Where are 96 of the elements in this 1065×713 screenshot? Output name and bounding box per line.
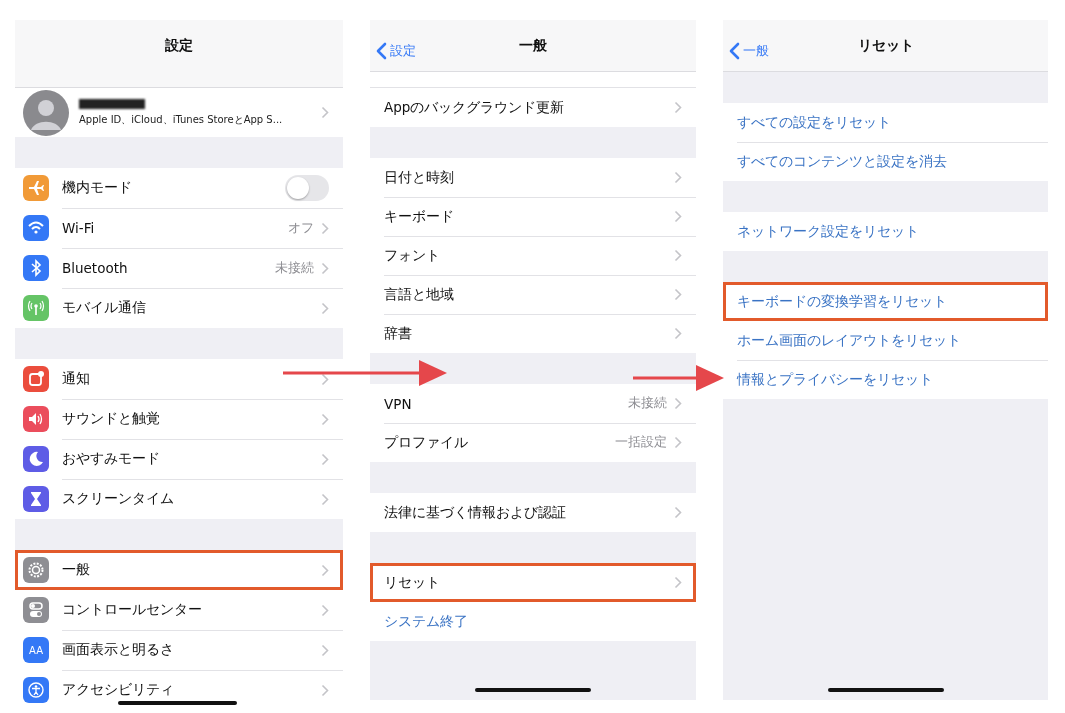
row-label: 情報とプライバシーをリセット — [737, 370, 933, 389]
settings-row[interactable]: AA 画面表示と明るさ — [15, 630, 343, 670]
redacted-name — [79, 98, 145, 109]
chevron-icon — [321, 452, 329, 466]
settings-row[interactable]: ホーム画面のレイアウトをリセット — [723, 321, 1048, 360]
chevron-icon — [321, 261, 329, 275]
row-label: アクセシビリティ — [62, 681, 174, 699]
settings-row[interactable]: スクリーンタイム — [15, 479, 343, 519]
settings-row[interactable]: サウンドと触覚 — [15, 399, 343, 439]
row-label: キーボード — [384, 207, 454, 226]
settings-row[interactable]: アクセシビリティ — [15, 670, 343, 705]
settings-row[interactable]: キーボードの変換学習をリセット — [723, 282, 1048, 321]
row-label: サウンドと触覚 — [62, 410, 160, 428]
row-label: 法律に基づく情報および認証 — [384, 503, 566, 522]
row-label: フォント — [384, 246, 440, 265]
setting-icon: AA — [23, 637, 49, 663]
settings-row[interactable]: コントロールセンター — [15, 590, 343, 630]
settings-row[interactable]: ネットワーク設定をリセット — [723, 212, 1048, 251]
toggle-switch[interactable] — [285, 175, 329, 201]
row-label: 辞書 — [384, 324, 412, 343]
avatar-icon — [23, 89, 69, 136]
settings-row[interactable]: モバイル通信 — [15, 288, 343, 328]
chevron-icon — [321, 603, 329, 617]
chevron-icon — [674, 210, 682, 223]
row-value: オフ — [288, 219, 314, 237]
row-label: プロファイル — [384, 433, 468, 452]
chevron-icon — [674, 327, 682, 340]
screen-title: 設定 — [165, 37, 193, 55]
row-value: 一括設定 — [615, 434, 667, 451]
chevron-icon — [321, 301, 329, 315]
settings-row[interactable]: VPN 未接続 — [370, 384, 696, 423]
back-button[interactable]: 一般 — [729, 42, 769, 60]
settings-row[interactable]: 一般 — [15, 550, 343, 590]
settings-row[interactable]: 辞書 — [370, 314, 696, 353]
row-value: 未接続 — [275, 259, 314, 277]
chevron-icon — [321, 563, 329, 577]
settings-row[interactable]: おやすみモード — [15, 439, 343, 479]
settings-row[interactable]: Wi-Fi オフ — [15, 208, 343, 248]
settings-row[interactable]: Bluetooth 未接続 — [15, 248, 343, 288]
settings-row[interactable]: プロファイル 一括設定 — [370, 423, 696, 462]
chevron-icon — [674, 506, 682, 519]
settings-row[interactable]: キーボード — [370, 197, 696, 236]
row-label: Appのバックグラウンド更新 — [384, 98, 565, 117]
chevron-icon — [321, 221, 329, 235]
chevron-icon — [674, 397, 682, 410]
row-label: ホーム画面のレイアウトをリセット — [737, 331, 961, 350]
chevron-icon — [674, 436, 682, 449]
row-label: 一般 — [62, 561, 90, 579]
screen-title: 一般 — [519, 36, 547, 55]
chevron-icon — [321, 492, 329, 506]
settings-row[interactable]: すべてのコンテンツと設定を消去 — [723, 142, 1048, 181]
back-button[interactable]: 設定 — [376, 42, 416, 60]
settings-row[interactable]: 情報とプライバシーをリセット — [723, 360, 1048, 399]
settings-row[interactable]: 言語と地域 — [370, 275, 696, 314]
row-label: システム終了 — [384, 612, 468, 631]
settings-row[interactable]: フォント — [370, 236, 696, 275]
row-label: Bluetooth — [62, 260, 128, 276]
chevron-icon — [674, 171, 682, 184]
settings-row[interactable]: すべての設定をリセット — [723, 103, 1048, 142]
row-label: キーボードの変換学習をリセット — [737, 292, 947, 311]
row-label: Wi-Fi — [62, 220, 95, 236]
chevron-icon — [321, 683, 329, 697]
settings-row[interactable]: Appのバックグラウンド更新 — [370, 88, 696, 127]
chevron-icon — [674, 249, 682, 262]
chevron-icon — [321, 372, 329, 386]
settings-row[interactable]: 法律に基づく情報および認証 — [370, 493, 696, 532]
chevron-icon — [321, 106, 329, 119]
row-label: 通知 — [62, 370, 90, 388]
settings-row[interactable]: システム終了 — [370, 602, 696, 641]
row-label: コントロールセンター — [62, 601, 202, 619]
row-label: 機内モード — [62, 179, 132, 197]
row-value: 未接続 — [628, 395, 667, 412]
back-chevron-icon — [376, 42, 387, 60]
settings-row[interactable]: 日付と時刻 — [370, 158, 696, 197]
screen-title: リセット — [857, 36, 914, 55]
row-label: おやすみモード — [62, 450, 160, 468]
chevron-icon — [674, 288, 682, 301]
settings-row[interactable]: リセット — [370, 563, 696, 602]
row-label: 言語と地域 — [384, 285, 454, 304]
back-chevron-icon — [729, 42, 740, 60]
profile-subtitle: Apple ID、iCloud、iTunes StoreとApp S... — [79, 112, 284, 127]
row-label: スクリーンタイム — [62, 490, 174, 508]
settings-row[interactable]: 機内モード — [15, 168, 343, 208]
row-label: ネットワーク設定をリセット — [737, 222, 919, 241]
row-label: 日付と時刻 — [384, 168, 454, 187]
row-label: すべてのコンテンツと設定を消去 — [737, 152, 947, 171]
row-label: リセット — [384, 573, 440, 592]
chevron-icon — [674, 101, 682, 114]
chevron-icon — [321, 643, 329, 657]
row-label: すべての設定をリセット — [737, 113, 891, 132]
row-label: VPN — [384, 395, 412, 412]
row-label: モバイル通信 — [62, 299, 146, 317]
row-label: 画面表示と明るさ — [62, 641, 174, 659]
chevron-icon — [674, 576, 682, 589]
settings-row[interactable]: Apple ID、iCloud、iTunes StoreとApp S... — [15, 88, 343, 137]
chevron-icon — [321, 412, 329, 426]
